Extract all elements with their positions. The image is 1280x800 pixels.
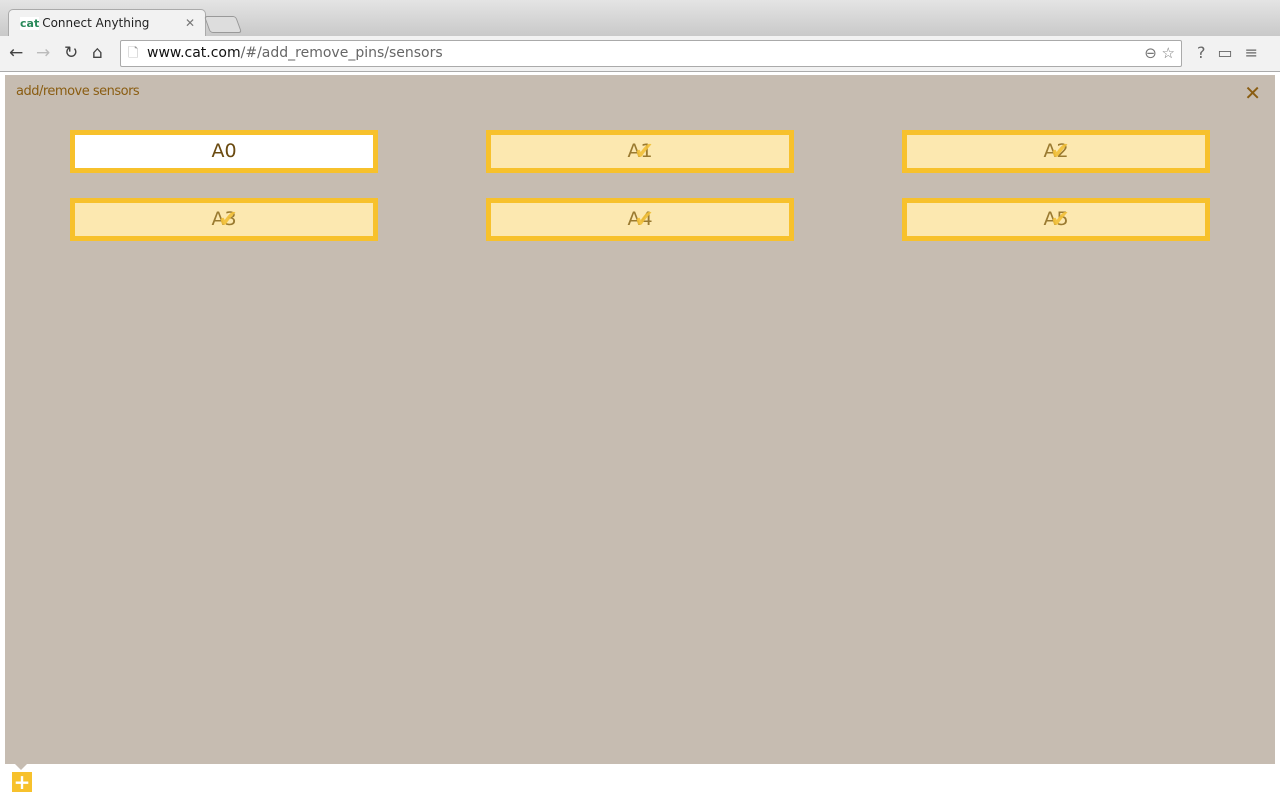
cast-icon[interactable]: ▭ [1217,43,1244,62]
checkmark-icon: ✔ [634,205,655,233]
zoom-icon[interactable]: ⊖ [1144,44,1157,62]
checkmark-icon: ✔ [1050,137,1071,165]
address-bar[interactable]: 🗋 www.cat.com/#/add_remove_pins/sensors … [120,40,1182,67]
forward-icon[interactable]: → [36,43,50,63]
tab-title: Connect Anything [42,16,150,30]
favicon: cat [20,17,40,30]
tab-strip: cat Connect Anything ✕ [0,0,1280,37]
home-icon[interactable]: ⌂ [92,43,103,63]
panel-title: add/remove sensors [16,84,140,99]
help-icon[interactable]: ? [1197,43,1218,62]
checkmark-icon: ✔ [1050,205,1071,233]
url-path: /#/add_remove_pins/sensors [240,45,443,61]
browser-tab[interactable]: cat Connect Anything ✕ [8,9,206,37]
add-button[interactable]: + [12,772,32,792]
checkmark-icon: ✔ [634,137,655,165]
pin-a4[interactable]: A4 ✔ [486,198,794,241]
pin-a0[interactable]: A0 [70,130,378,173]
pin-a5[interactable]: A5 ✔ [902,198,1210,241]
close-icon[interactable]: ✕ [1244,81,1261,105]
checkmark-icon: ✔ [218,205,239,233]
sensors-panel: add/remove sensors ✕ A0 A1 ✔ A2 ✔ A3 ✔ A4 ✔ A5 ✔ [5,75,1275,764]
pin-a1[interactable]: A1 ✔ [486,130,794,173]
browser-toolbar: ← → ↻ ⌂ 🗋 www.cat.com/#/add_remove_pins/… [0,36,1280,72]
pin-a2[interactable]: A2 ✔ [902,130,1210,173]
plus-icon: + [13,770,31,794]
pin-a3[interactable]: A3 ✔ [70,198,378,241]
new-tab-button[interactable] [203,16,243,33]
url-host: www.cat.com [147,45,241,61]
page-icon: 🗋 [128,46,139,61]
star-icon[interactable]: ☆ [1162,44,1175,62]
menu-icon[interactable]: ≡ [1245,43,1270,62]
back-icon[interactable]: ← [9,43,23,63]
pin-label: A0 [211,140,237,162]
reload-icon[interactable]: ↻ [64,43,78,63]
tab-close-icon[interactable]: ✕ [185,10,195,37]
